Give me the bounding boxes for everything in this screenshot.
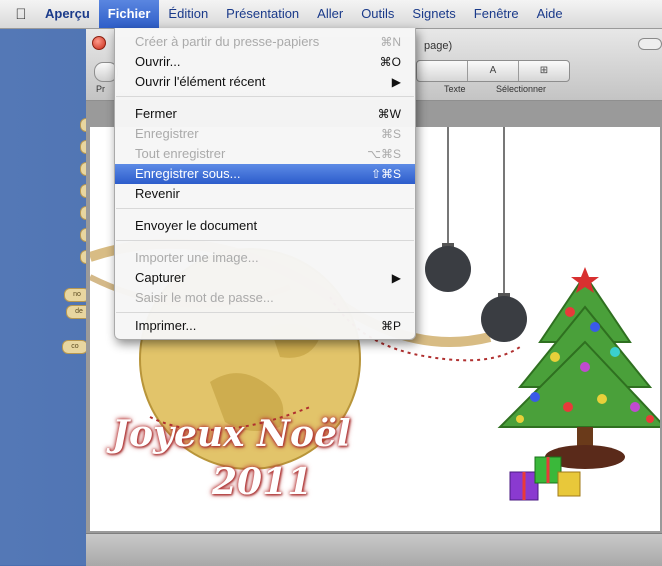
- side-tag-co[interactable]: co: [62, 340, 88, 354]
- menu-item-label: Revenir: [135, 186, 180, 201]
- menu-signets[interactable]: Signets: [403, 0, 464, 28]
- toolbar-toggle-button[interactable]: [638, 38, 662, 50]
- tree-bauble: [550, 352, 560, 362]
- select-tool-label: Sélectionner: [496, 84, 547, 94]
- menu-item-open-recent[interactable]: Ouvrir l'élément récent ▶: [115, 72, 415, 92]
- dark-ornament: [481, 296, 527, 342]
- tree-bauble: [646, 415, 654, 423]
- menu-separator: [116, 240, 414, 241]
- menu-item-shortcut: ⌘S: [380, 127, 401, 141]
- submenu-arrow-icon: ▶: [391, 75, 401, 89]
- tree-bauble: [530, 392, 540, 402]
- file-menu-dropdown: Créer à partir du presse-papiers ⌘N Ouvri…: [114, 28, 416, 340]
- menu-item-label: Saisir le mot de passe...: [135, 290, 274, 305]
- menu-item-print[interactable]: Imprimer... ⌘P: [115, 316, 415, 336]
- menu-item-label: Importer une image...: [135, 250, 259, 265]
- menu-outils[interactable]: Outils: [352, 0, 403, 28]
- menu-item-save-all[interactable]: Tout enregistrer ⌥⌘S: [115, 144, 415, 164]
- greeting-year: 2011: [212, 461, 313, 503]
- tree-bauble: [516, 415, 524, 423]
- menu-fichier[interactable]: Fichier: [98, 0, 160, 28]
- menu-item-capture[interactable]: Capturer ▶: [115, 268, 415, 288]
- menu-item-send-document[interactable]: Envoyer le document: [115, 216, 415, 236]
- tool-blank-segment[interactable]: [417, 61, 468, 81]
- menu-item-open[interactable]: Ouvrir... ⌘O: [115, 52, 415, 72]
- menu-item-label: Tout enregistrer: [135, 146, 226, 161]
- window-title: page): [424, 40, 453, 52]
- gift-box-yellow: [557, 471, 581, 497]
- menu-separator: [116, 312, 414, 313]
- menu-item-label: Capturer: [135, 270, 186, 285]
- tree-bauble: [580, 362, 590, 372]
- greeting-title: Joyeux Noël: [112, 413, 351, 455]
- tree-bauble: [610, 347, 620, 357]
- menu-item-shortcut: ⌘N: [380, 35, 401, 49]
- text-tool-button[interactable]: A: [468, 61, 519, 81]
- dark-ornament: [425, 246, 471, 292]
- menu-item-shortcut: ⇧⌘S: [370, 167, 401, 181]
- menu-item-label: Fermer: [135, 106, 177, 121]
- apple-menu-icon[interactable]: : [6, 6, 36, 23]
- menu-fenetre[interactable]: Fenêtre: [465, 0, 528, 28]
- menu-item-shortcut: ⌘O: [379, 55, 401, 69]
- tree-bauble: [565, 307, 575, 317]
- tree-bauble: [590, 322, 600, 332]
- window-bottom-bar: [86, 533, 662, 566]
- menu-item-label: Envoyer le document: [135, 218, 258, 233]
- menu-edition[interactable]: Édition: [159, 0, 217, 28]
- menu-aller[interactable]: Aller: [308, 0, 352, 28]
- menu-aide[interactable]: Aide: [528, 0, 572, 28]
- menu-item-import-image[interactable]: Importer une image...: [115, 248, 415, 268]
- menu-bar:  Aperçu Fichier Édition Présentation Al…: [0, 0, 662, 29]
- select-tool-button[interactable]: ⊞: [519, 61, 569, 81]
- menu-app-name[interactable]: Aperçu: [36, 0, 99, 28]
- menu-item-label: Ouvrir...: [135, 54, 181, 69]
- close-button[interactable]: [92, 36, 106, 50]
- text-tool-label: Texte: [444, 84, 466, 94]
- menu-item-close[interactable]: Fermer ⌘W: [115, 104, 415, 124]
- menu-item-revert[interactable]: Revenir: [115, 184, 415, 204]
- tree-bauble: [563, 402, 573, 412]
- menu-item-label: Enregistrer: [135, 126, 199, 141]
- menu-separator: [116, 96, 414, 97]
- menu-separator: [116, 208, 414, 209]
- menu-item-shortcut: ⌥⌘S: [367, 147, 401, 161]
- toolbar-left-label: Pr: [96, 84, 105, 94]
- menu-presentation[interactable]: Présentation: [217, 0, 308, 28]
- menu-item-save[interactable]: Enregistrer ⌘S: [115, 124, 415, 144]
- tool-segmented-control: A ⊞: [416, 60, 570, 82]
- menu-item-label: Ouvrir l'élément récent: [135, 74, 266, 89]
- menu-item-label: Créer à partir du presse-papiers: [135, 34, 320, 49]
- tree-bauble: [597, 394, 607, 404]
- menu-item-shortcut: ⌘P: [380, 319, 401, 333]
- menu-item-enter-password[interactable]: Saisir le mot de passe...: [115, 288, 415, 308]
- menu-item-label: Imprimer...: [135, 318, 197, 333]
- submenu-arrow-icon: ▶: [391, 271, 401, 285]
- menu-item-label: Enregistrer sous...: [135, 166, 241, 181]
- tree-bauble: [630, 402, 640, 412]
- menu-item-new-from-clipboard[interactable]: Créer à partir du presse-papiers ⌘N: [115, 32, 415, 52]
- menu-item-shortcut: ⌘W: [377, 107, 401, 121]
- menu-item-save-as[interactable]: Enregistrer sous... ⇧⌘S: [115, 164, 415, 184]
